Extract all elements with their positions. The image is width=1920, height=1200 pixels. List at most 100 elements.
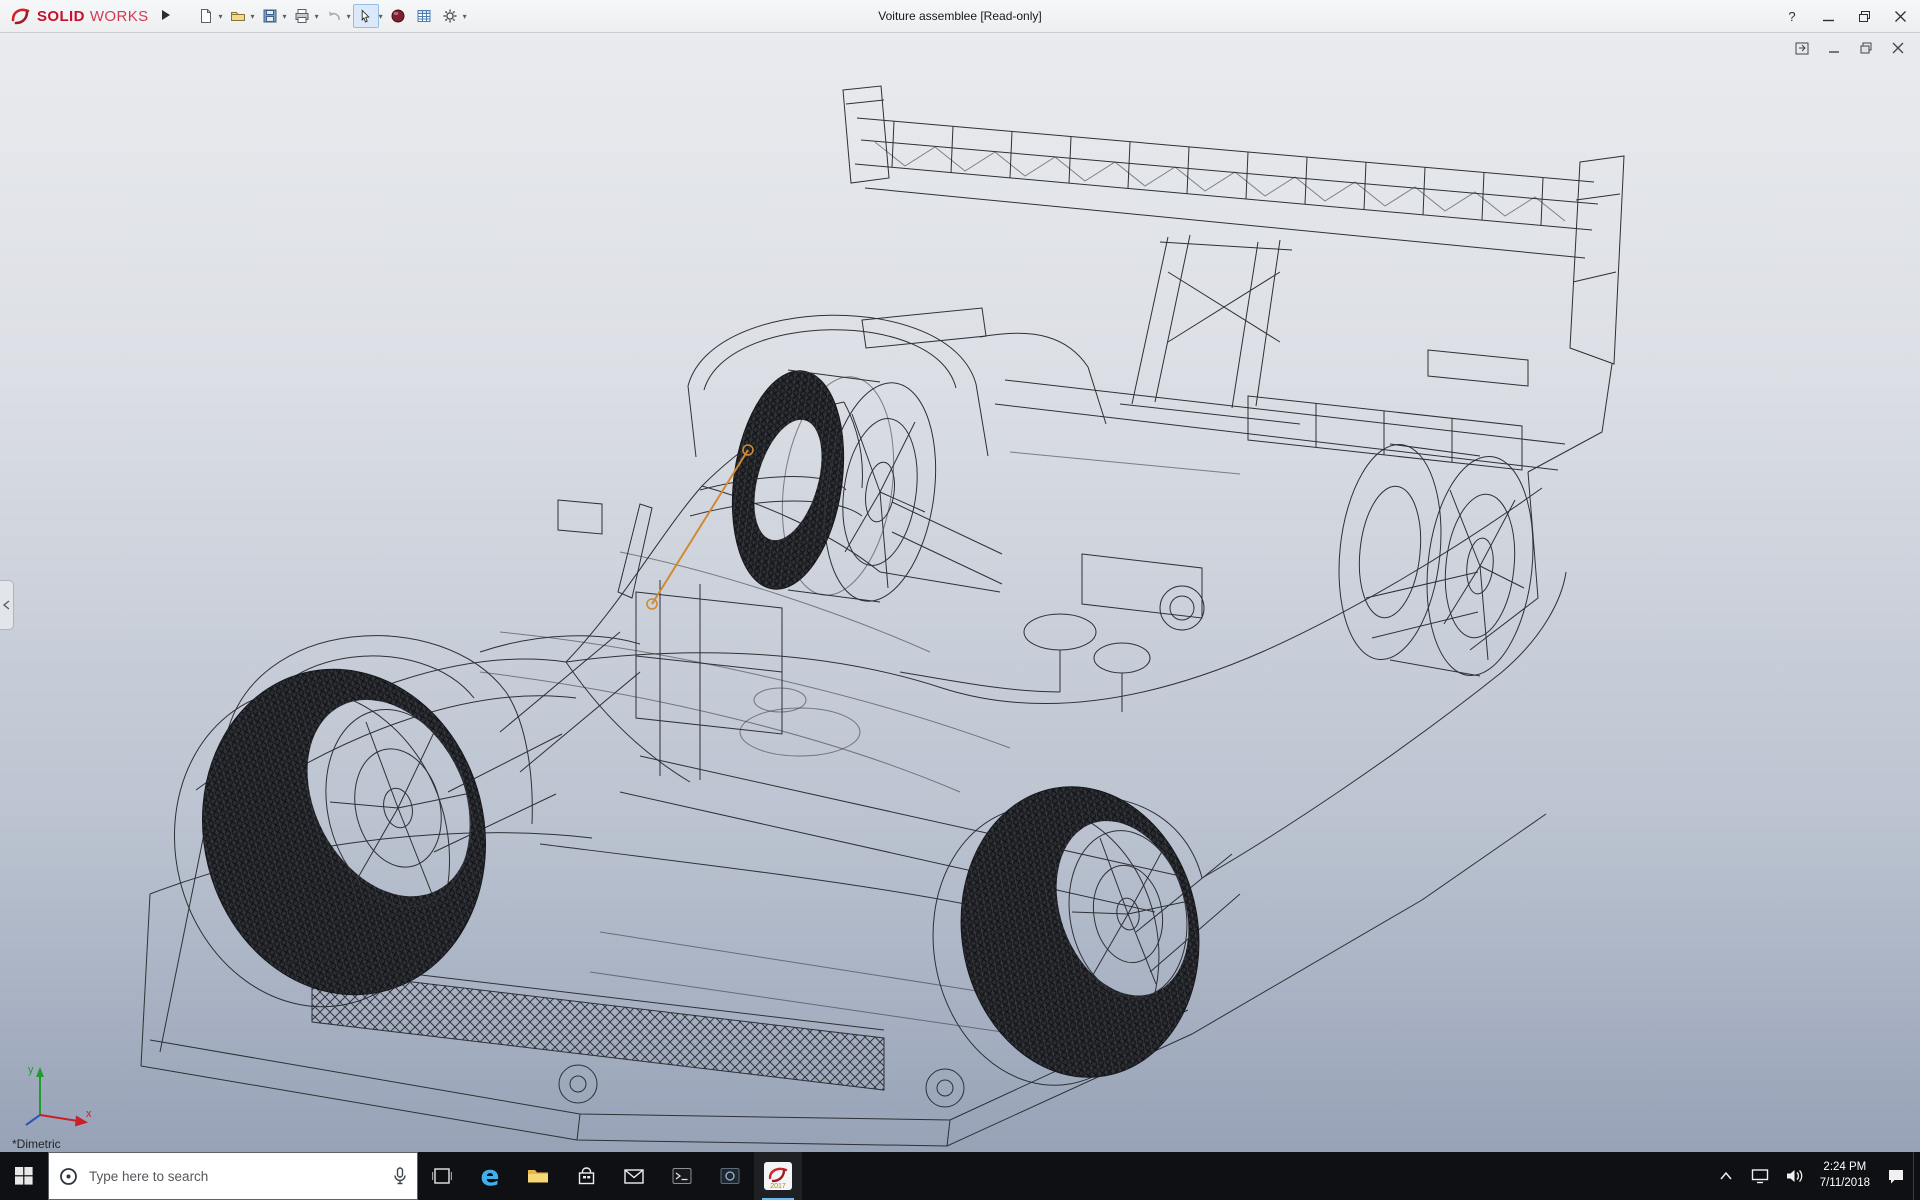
- task-view-icon: [432, 1167, 452, 1185]
- undo-button[interactable]: [321, 4, 347, 28]
- orientation-triad: y x: [16, 1057, 96, 1134]
- taskbar-clock[interactable]: 2:24 PM 7/11/2018: [1820, 1152, 1870, 1200]
- z-axis-arrow: [26, 1115, 40, 1125]
- rear-wing[interactable]: [843, 86, 1624, 364]
- solidworks-version-badge: 2017: [770, 1183, 786, 1190]
- evaluate-button[interactable]: [411, 4, 437, 28]
- appearances-sphere-icon: [390, 8, 406, 24]
- volume-control[interactable]: [1777, 1152, 1811, 1200]
- mirror-mast[interactable]: [618, 504, 652, 598]
- minimize-button[interactable]: [1810, 3, 1846, 29]
- dropdown-caret[interactable]: ▾: [219, 12, 223, 21]
- store-bag-icon: [577, 1167, 596, 1186]
- restore-pane-icon: [1795, 42, 1809, 55]
- dropdown-caret[interactable]: ▾: [315, 12, 319, 21]
- dropdown-caret[interactable]: ▾: [251, 12, 255, 21]
- print-button[interactable]: [289, 4, 315, 28]
- taskbar-search[interactable]: [48, 1152, 418, 1200]
- app-titlebar: SOLID WORKS ▾ ▾ ▾: [0, 0, 1920, 33]
- dropdown-caret[interactable]: ▾: [463, 12, 467, 21]
- y-axis-label: y: [28, 1064, 34, 1076]
- evaluate-table-icon: [416, 8, 432, 24]
- help-button[interactable]: ?: [1774, 3, 1810, 29]
- search-input[interactable]: [87, 1168, 384, 1185]
- microphone-icon[interactable]: [393, 1167, 407, 1185]
- wheel-rear-right[interactable]: [1329, 439, 1543, 680]
- mail-icon: [624, 1169, 644, 1184]
- taskbar-app-console[interactable]: [658, 1152, 706, 1200]
- taskbar-app-task-view[interactable]: [418, 1152, 466, 1200]
- feature-tree-collapse-tab[interactable]: [0, 580, 14, 630]
- dropdown-caret[interactable]: ▾: [283, 12, 287, 21]
- action-center-button[interactable]: [1879, 1152, 1913, 1200]
- doc-restore-button[interactable]: [1856, 39, 1876, 57]
- restore-icon: [1860, 42, 1872, 54]
- close-icon: [1892, 42, 1904, 54]
- options-button[interactable]: [437, 4, 463, 28]
- windows-logo-icon: [15, 1167, 33, 1185]
- maximize-button[interactable]: [1846, 3, 1882, 29]
- engine-detail[interactable]: [434, 502, 1478, 972]
- brand-text-works: WORKS: [90, 8, 149, 25]
- taskbar-app-solidworks[interactable]: 2017: [754, 1152, 802, 1200]
- chevron-up-icon: [1719, 1171, 1733, 1181]
- dropdown-caret[interactable]: ▾: [347, 12, 351, 21]
- document-window-controls: [1792, 39, 1908, 57]
- edge-icon: e: [481, 1162, 500, 1190]
- taskbar-app-edge[interactable]: e: [466, 1152, 514, 1200]
- media-app-icon: [720, 1167, 740, 1185]
- solidworks-logo: SOLID WORKS: [0, 5, 155, 27]
- open-button[interactable]: [225, 4, 251, 28]
- console-icon: [672, 1167, 692, 1185]
- appearances-button[interactable]: [385, 4, 411, 28]
- file-explorer-icon: [527, 1167, 549, 1185]
- taskbar-app-mail[interactable]: [610, 1152, 658, 1200]
- show-desktop-strip[interactable]: [1913, 1152, 1920, 1200]
- new-document-button[interactable]: [193, 4, 219, 28]
- taskbar-app-media[interactable]: [706, 1152, 754, 1200]
- solidworks-app-icon: 2017: [763, 1161, 793, 1191]
- taskbar: e: [0, 1152, 1920, 1200]
- select-tool-button[interactable]: [353, 4, 379, 28]
- brand-text-solid: SOLID: [37, 8, 85, 25]
- wheel-rear-left[interactable]: [911, 768, 1221, 1104]
- wireframe-car-model[interactable]: [0, 32, 1920, 1152]
- clock-date: 7/11/2018: [1820, 1176, 1870, 1192]
- dropdown-caret[interactable]: ▾: [379, 12, 383, 21]
- x-axis-label: x: [86, 1108, 92, 1120]
- new-document-icon: [198, 8, 214, 24]
- wing-support-struts[interactable]: [1120, 235, 1300, 424]
- taskbar-app-store[interactable]: [562, 1152, 610, 1200]
- speaker-icon: [1785, 1168, 1803, 1184]
- view-orientation-label: *Dimetric: [12, 1137, 61, 1151]
- close-icon: [1895, 11, 1906, 22]
- system-tray: 2:24 PM 7/11/2018: [1709, 1152, 1920, 1200]
- doc-close-button[interactable]: [1888, 39, 1908, 57]
- doc-restore-pane-button[interactable]: [1792, 39, 1812, 57]
- network-icon: [1751, 1168, 1769, 1184]
- wheel-front-left[interactable]: [141, 639, 519, 1036]
- close-button[interactable]: [1882, 3, 1918, 29]
- document-title: Voiture assemblee [Read-only]: [878, 0, 1041, 32]
- network-status[interactable]: [1743, 1152, 1777, 1200]
- hidden-icons-chevron[interactable]: [1709, 1152, 1743, 1200]
- doc-minimize-button[interactable]: [1824, 39, 1844, 57]
- wheel-front-right[interactable]: [719, 364, 949, 609]
- main-toolbar: ▾ ▾ ▾ ▾ ▾: [193, 4, 469, 28]
- open-folder-icon: [230, 8, 246, 24]
- minimize-icon: [1828, 42, 1840, 54]
- start-button[interactable]: [0, 1152, 48, 1200]
- print-icon: [294, 8, 310, 24]
- action-center-icon: [1887, 1168, 1905, 1185]
- search-circle-icon: [59, 1167, 78, 1186]
- graphics-viewport[interactable]: y x *Dimetric: [0, 32, 1920, 1152]
- x-axis-arrow: [40, 1115, 78, 1121]
- screen: SOLID WORKS ▾ ▾ ▾: [0, 0, 1920, 1200]
- save-button[interactable]: [257, 4, 283, 28]
- chevron-left-icon: [3, 600, 10, 610]
- minimize-icon: [1823, 11, 1834, 22]
- undo-icon: [326, 8, 342, 24]
- play-arrow-icon: [161, 9, 171, 21]
- menu-expand-arrow[interactable]: [155, 9, 177, 24]
- taskbar-app-file-explorer[interactable]: [514, 1152, 562, 1200]
